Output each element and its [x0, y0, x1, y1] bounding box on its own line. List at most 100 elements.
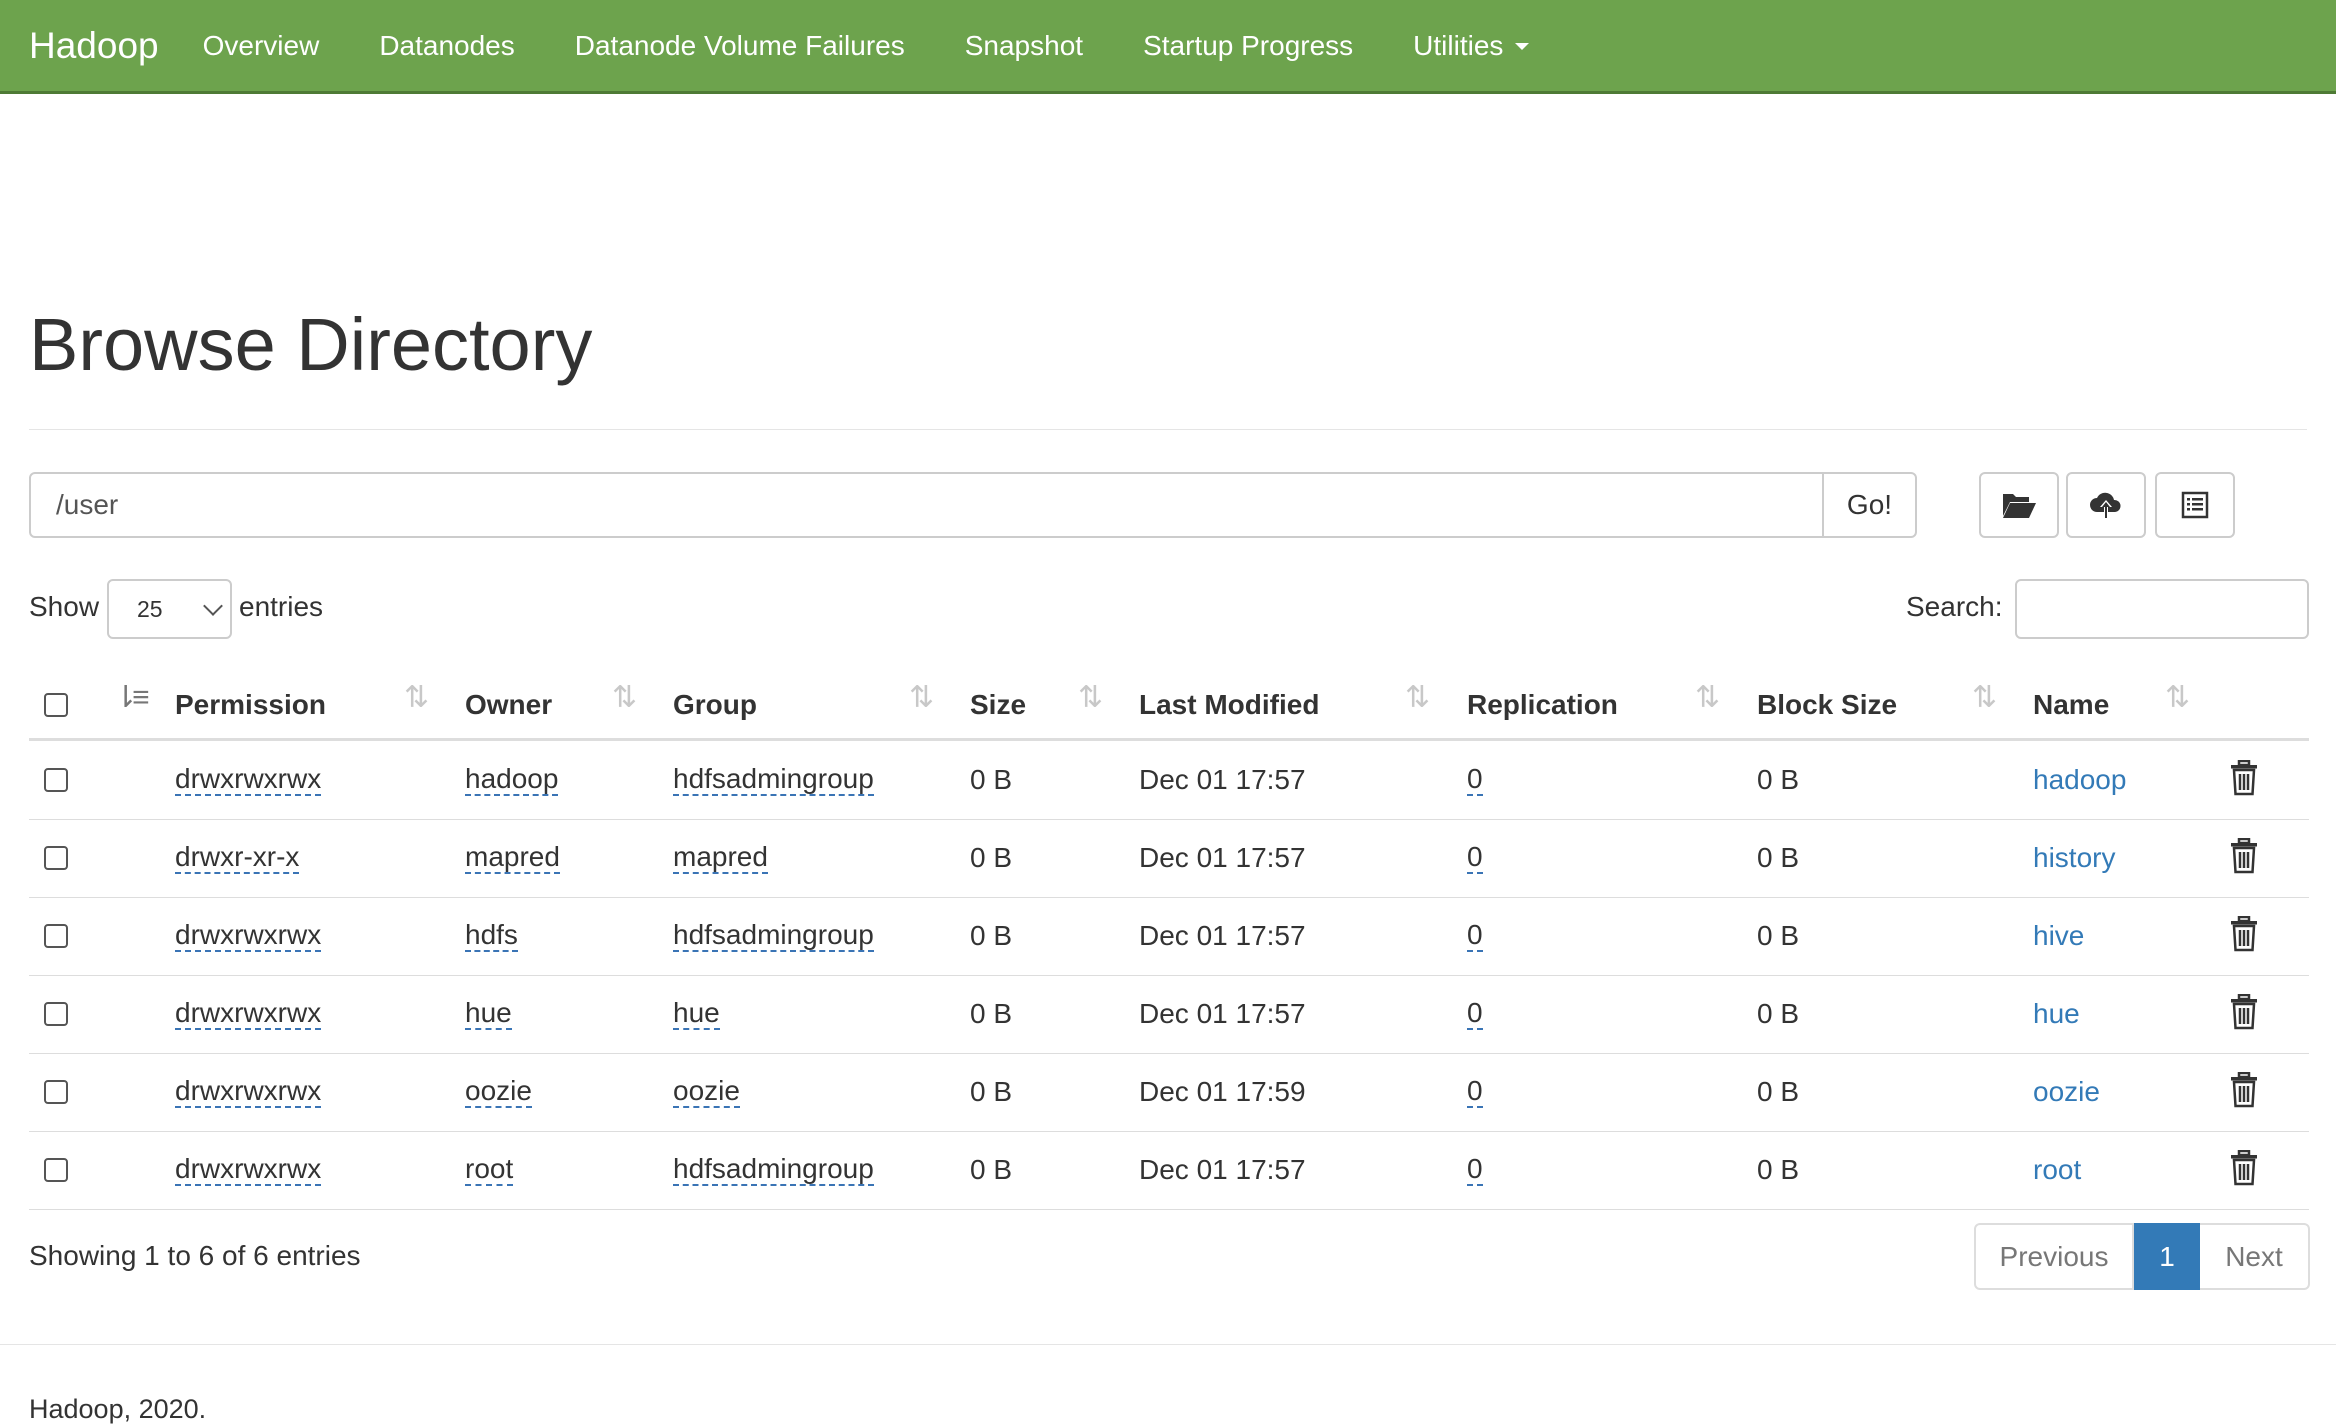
- row-checkbox[interactable]: [44, 924, 68, 948]
- directory-name-link[interactable]: root: [2033, 1154, 2081, 1186]
- show-label: Show: [29, 591, 100, 622]
- permission-link[interactable]: drwxrwxrwx: [175, 998, 322, 1030]
- sort-icon[interactable]: ⇅: [404, 680, 429, 715]
- replication-link[interactable]: 0: [1467, 1154, 1483, 1186]
- next-page-button[interactable]: Next: [2200, 1223, 2310, 1290]
- group-link[interactable]: hue: [673, 998, 720, 1030]
- permission-link[interactable]: drwxr-xr-x: [175, 842, 300, 874]
- owner-link[interactable]: root: [465, 1154, 514, 1186]
- top-navbar: Hadoop Overview Datanodes Datanode Volum…: [0, 0, 2336, 94]
- owner-link[interactable]: hdfs: [465, 920, 518, 952]
- nav-utilities-dropdown[interactable]: Utilities: [1413, 29, 1530, 62]
- row-checkbox[interactable]: [44, 768, 68, 792]
- directory-path-input[interactable]: [29, 472, 1824, 538]
- owner-link[interactable]: oozie: [465, 1076, 532, 1108]
- replication-link[interactable]: 0: [1467, 920, 1483, 952]
- sort-icon[interactable]: ⇅: [1695, 680, 1720, 715]
- search-label: Search:: [1906, 591, 2003, 622]
- row-checkbox[interactable]: [44, 1002, 68, 1026]
- directory-name-link[interactable]: history: [2033, 842, 2115, 874]
- chevron-down-icon: [203, 596, 223, 616]
- last-modified-cell: Dec 01 17:57: [1139, 842, 1306, 873]
- permission-link[interactable]: drwxrwxrwx: [175, 764, 322, 796]
- last-modified-cell: Dec 01 17:57: [1139, 920, 1306, 951]
- row-checkbox[interactable]: [44, 1158, 68, 1182]
- table-row: drwxrwxrwx hdfs hdfsadmingroup 0 B Dec 01 17…: [29, 897, 2309, 976]
- nav-utilities-label: Utilities: [1413, 29, 1504, 61]
- column-header-size[interactable]: Size: [970, 672, 1026, 738]
- group-cell: hdfsadmingroup: [673, 741, 874, 819]
- page-length-select[interactable]: 25: [107, 579, 232, 639]
- go-button[interactable]: Go!: [1822, 472, 1917, 538]
- group-link[interactable]: hdfsadmingroup: [673, 1154, 874, 1186]
- replication-link[interactable]: 0: [1467, 998, 1483, 1030]
- column-header-name[interactable]: Name: [2033, 672, 2109, 738]
- directory-name-link[interactable]: hadoop: [2033, 764, 2126, 796]
- row-select-cell: [44, 897, 68, 975]
- replication-link[interactable]: 0: [1467, 1076, 1483, 1108]
- owner-link[interactable]: mapred: [465, 842, 560, 874]
- cut-paste-button[interactable]: [2155, 472, 2235, 538]
- permission-cell: drwxrwxrwx: [175, 1131, 322, 1209]
- size-cell: 0 B: [970, 1076, 1013, 1107]
- sort-icon[interactable]: ⇅: [612, 680, 637, 715]
- group-cell: hdfsadmingroup: [673, 897, 874, 975]
- permission-link[interactable]: drwxrwxrwx: [175, 1076, 322, 1108]
- column-header-block-size[interactable]: Block Size: [1757, 672, 1897, 738]
- table-row: drwxrwxrwx hadoop hdfsadmingroup 0 B Dec 01 …: [29, 741, 2309, 820]
- column-header-permission[interactable]: Permission: [175, 672, 326, 738]
- replication-link[interactable]: 0: [1467, 842, 1483, 874]
- trash-icon[interactable]: [2229, 1150, 2259, 1186]
- block-size-cell: 0 B: [1757, 764, 1800, 795]
- sort-icon[interactable]: ⇅: [909, 680, 934, 715]
- directory-name-link[interactable]: hue: [2033, 998, 2080, 1030]
- name-cell: hive: [2033, 897, 2084, 975]
- sort-icon[interactable]: ⇅: [1972, 680, 1997, 715]
- page-length-value: 25: [137, 595, 163, 622]
- nav-overview[interactable]: Overview: [203, 30, 320, 62]
- select-all-checkbox[interactable]: [44, 693, 68, 717]
- owner-link[interactable]: hue: [465, 998, 512, 1030]
- nav-datanode-volume-failures[interactable]: Datanode Volume Failures: [575, 30, 905, 62]
- row-checkbox[interactable]: [44, 846, 68, 870]
- sort-icon[interactable]: ⇅: [1078, 680, 1103, 715]
- permission-cell: drwxr-xr-x: [175, 819, 300, 897]
- caret-down-icon: [1515, 43, 1530, 50]
- owner-link[interactable]: hadoop: [465, 764, 559, 796]
- table-header: ⇂≡ Permission ⇅ Owner ⇅ Group ⇅ Size ⇅ L…: [29, 672, 2309, 741]
- permission-link[interactable]: drwxrwxrwx: [175, 920, 322, 952]
- group-link[interactable]: oozie: [673, 1076, 740, 1108]
- column-header-last-modified[interactable]: Last Modified: [1139, 672, 1319, 738]
- permission-link[interactable]: drwxrwxrwx: [175, 1154, 322, 1186]
- sort-icon[interactable]: ⇅: [1405, 680, 1430, 715]
- sort-ascending-icon[interactable]: ⇂≡: [113, 680, 150, 715]
- group-link[interactable]: mapred: [673, 842, 768, 874]
- row-select-cell: [44, 975, 68, 1053]
- directory-name-link[interactable]: hive: [2033, 920, 2084, 952]
- page-1-button[interactable]: 1: [2134, 1223, 2200, 1290]
- brand-logo[interactable]: Hadoop: [29, 25, 159, 67]
- nav-startup-progress[interactable]: Startup Progress: [1143, 30, 1353, 62]
- row-checkbox[interactable]: [44, 1080, 68, 1104]
- previous-page-button[interactable]: Previous: [1974, 1223, 2134, 1290]
- nav-datanodes[interactable]: Datanodes: [379, 30, 514, 62]
- replication-link[interactable]: 0: [1467, 764, 1483, 796]
- group-link[interactable]: hdfsadmingroup: [673, 764, 874, 796]
- trash-icon[interactable]: [2229, 1072, 2259, 1108]
- group-link[interactable]: hdfsadmingroup: [673, 920, 874, 952]
- trash-icon[interactable]: [2229, 838, 2259, 874]
- nav-snapshot[interactable]: Snapshot: [965, 30, 1083, 62]
- trash-icon[interactable]: [2229, 760, 2259, 796]
- create-directory-button[interactable]: [1979, 472, 2059, 538]
- trash-icon[interactable]: [2229, 916, 2259, 952]
- directory-name-link[interactable]: oozie: [2033, 1076, 2100, 1108]
- sort-icon[interactable]: ⇅: [2165, 680, 2190, 715]
- table-row: drwxrwxrwx hue hue 0 B Dec 01 17:57 0 0 B hue: [29, 975, 2309, 1054]
- search-input[interactable]: [2015, 579, 2309, 639]
- column-header-group[interactable]: Group: [673, 672, 757, 738]
- column-header-owner[interactable]: Owner: [465, 672, 552, 738]
- trash-icon[interactable]: [2229, 994, 2259, 1030]
- size-cell: 0 B: [970, 1154, 1013, 1185]
- column-header-replication[interactable]: Replication: [1467, 672, 1618, 738]
- upload-button[interactable]: [2066, 472, 2146, 538]
